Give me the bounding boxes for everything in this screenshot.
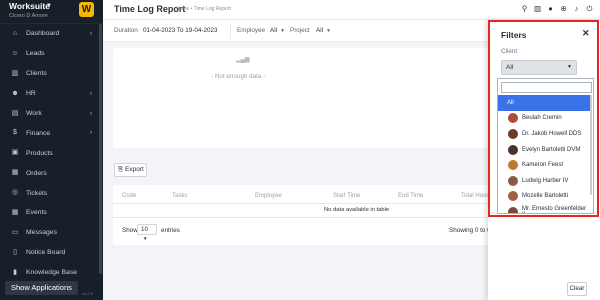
duration-label: Duration <box>114 27 138 34</box>
chat-icon: ▭ <box>11 228 19 236</box>
brand-name: Worksuite <box>9 1 50 11</box>
pagination-info: Showing 0 to 0 <box>449 227 491 234</box>
sidebar-item-clients[interactable]: ▥ Clients <box>0 64 100 84</box>
column-header-employee[interactable]: Employee <box>255 193 282 199</box>
sidebar-item-label: Tickets <box>26 189 48 197</box>
employee-select[interactable]: All <box>270 27 277 34</box>
sidebar-item-messages[interactable]: ▭ Messages <box>0 223 100 243</box>
search-icon[interactable]: ⚲ <box>520 4 529 13</box>
page-size-value: 10 <box>141 226 149 233</box>
sidebar-item-label: Work <box>26 110 42 117</box>
chevron-right-icon: › <box>90 90 92 97</box>
export-icon: ⎘ <box>118 166 124 173</box>
sidebar-item-label: Orders <box>26 169 47 177</box>
project-label: Project <box>290 27 310 34</box>
export-button[interactable]: ⎘ Export <box>114 163 147 177</box>
page-title: Time Log Report <box>114 4 186 14</box>
sidebar-item-label: Knowledge Base <box>26 269 78 277</box>
column-header-tasks[interactable]: Tasks <box>172 193 187 199</box>
entries-label: entries <box>161 227 180 234</box>
topbar-icons: ⚲ ▥ ● ⊕ ♪ ⏻ <box>520 4 594 13</box>
sidebar-item-finance[interactable]: $ Finance › <box>0 123 100 143</box>
sidebar-item-products[interactable]: ▣ Products <box>0 143 100 163</box>
info-icon[interactable]: ● <box>546 4 555 13</box>
export-label: Export <box>125 166 144 173</box>
sidebar-item-label: Leads <box>26 50 45 58</box>
divider <box>230 23 231 39</box>
headset-icon: ◎ <box>11 189 19 197</box>
sidebar-item-dashboard[interactable]: ⌂ Dashboard › <box>0 24 100 44</box>
sidebar-item-label: Messages <box>26 229 57 237</box>
sidebar-item-hr[interactable]: ☻ HR › <box>0 84 100 104</box>
book-icon: ▮ <box>13 268 17 276</box>
sidebar-scrollbar[interactable] <box>99 24 102 274</box>
sidebar-item-work[interactable]: ▤ Work › <box>0 104 100 124</box>
table-empty-message: No data available in table <box>324 207 390 213</box>
sidebar-item-label: Dashboard <box>26 30 60 38</box>
power-icon[interactable]: ⏻ <box>585 4 594 13</box>
column-header-code[interactable]: Code <box>122 193 136 199</box>
page-size-select[interactable]: 10 ▼ <box>137 224 157 241</box>
bar-chart-icon: ▂▄▆ <box>236 57 250 63</box>
duration-picker[interactable]: 01-04-2023 To 19-04-2023 <box>143 27 217 34</box>
chart-panel <box>113 48 503 148</box>
calendar-icon: ▦ <box>11 208 19 216</box>
project-select[interactable]: All <box>316 27 323 34</box>
topbar: Time Log Report Home • Time Log Report ⚲… <box>103 0 600 20</box>
clear-button[interactable]: Clear <box>567 282 587 296</box>
chevron-right-icon: › <box>90 110 92 117</box>
employee-label: Employee <box>237 27 266 34</box>
sidebar-item-tickets[interactable]: ◎ Tickets <box>0 183 100 203</box>
briefcase-icon: ▤ <box>11 109 19 117</box>
chart-icon[interactable]: ▥ <box>533 4 542 13</box>
chevron-down-icon[interactable]: ▼ <box>46 3 52 9</box>
home-icon: ⌂ <box>12 29 18 37</box>
show-applications-button[interactable]: Show Applications <box>5 281 78 295</box>
column-header-total-hours[interactable]: Total Hours <box>461 193 491 199</box>
sidebar-item-knowledge-base[interactable]: ▮ Knowledge Base <box>0 263 100 283</box>
column-header-end-time[interactable]: End Time <box>398 193 423 199</box>
brand-header[interactable]: Worksuite ▼ Cicero D Amore W <box>0 0 103 24</box>
sidebar: Worksuite ▼ Cicero D Amore W ⌂ Dashboard ›… <box>0 0 103 300</box>
column-header-start-time[interactable]: Start Time <box>333 193 360 199</box>
sidebar-item-label: Notice Board <box>26 249 66 257</box>
breadcrumb[interactable]: Home • Time Log Report <box>176 6 231 12</box>
sidebar-item-label: Events <box>26 209 47 217</box>
sidebar-item-label: Products <box>26 149 53 157</box>
show-label: Show <box>122 227 138 234</box>
sidebar-item-leads[interactable]: ☺ Leads <box>0 44 100 64</box>
sidebar-item-events[interactable]: ▦ Events <box>0 203 100 223</box>
people-icon: ☻ <box>11 89 19 97</box>
highlight-box <box>488 20 599 217</box>
chevron-down-icon[interactable]: ▼ <box>326 28 331 34</box>
box-icon: ▣ <box>11 149 19 157</box>
sidebar-item-notice-board[interactable]: ▯ Notice Board <box>0 243 100 263</box>
dollar-icon: $ <box>13 129 17 137</box>
sidebar-item-label: Finance <box>26 129 51 137</box>
clipboard-icon: ▯ <box>13 248 17 256</box>
current-user-name: Cicero D Amore <box>9 13 48 19</box>
chevron-down-icon: ▼ <box>143 236 148 241</box>
sidebar-item-label: Clients <box>26 70 47 78</box>
chevron-down-icon[interactable]: ▼ <box>280 28 285 34</box>
add-icon[interactable]: ⊕ <box>559 4 568 13</box>
chart-empty-message: - Not enough data - <box>211 73 266 80</box>
divider <box>113 217 503 218</box>
building-icon: ▥ <box>11 69 19 77</box>
chevron-right-icon: › <box>90 30 92 37</box>
bell-icon[interactable]: ♪ <box>572 4 581 13</box>
chevron-right-icon: › <box>90 130 92 137</box>
divider <box>113 203 503 204</box>
sidebar-item-label: HR <box>26 90 36 98</box>
version-label: v5.2.9 <box>82 291 93 296</box>
sidebar-nav: ⌂ Dashboard › ☺ Leads ▥ Clients ☻ HR › ▤ Work › $ Fina… <box>0 24 100 283</box>
cart-icon: ▦ <box>11 169 19 177</box>
user-icon: ☺ <box>11 49 19 57</box>
sidebar-item-orders[interactable]: ▦ Orders <box>0 163 100 183</box>
brand-logo: W <box>79 2 94 17</box>
